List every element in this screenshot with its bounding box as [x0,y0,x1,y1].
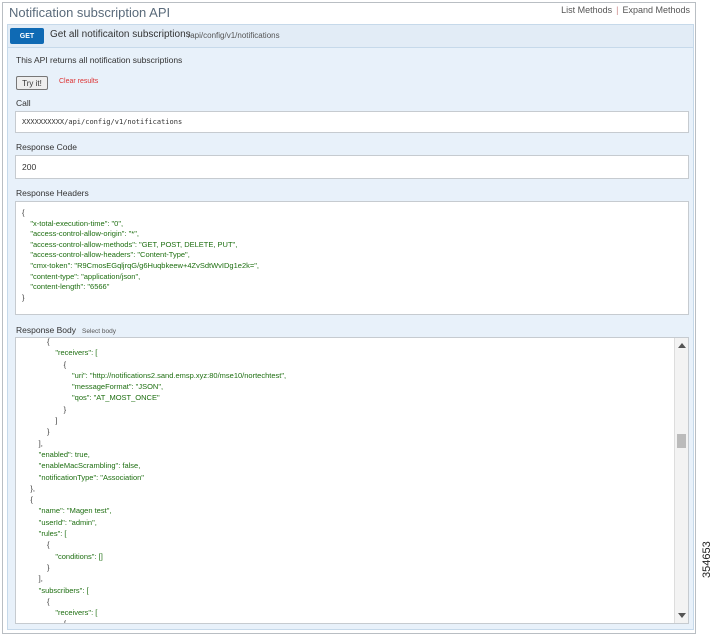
body-line: "qos": "AT_MOST_ONCE" [22,393,160,403]
operation-panel: GET Get all notificaiton subscriptions /… [7,24,694,630]
try-it-button[interactable]: Try it! [16,76,48,90]
response-code-value: 200 [22,162,37,172]
body-line: } [22,404,67,414]
expand-methods-link[interactable]: Expand Methods [622,5,690,15]
body-line: "notificationType": "Association" [22,472,144,482]
body-line: "receivers": [ [22,608,98,618]
body-line: ] [22,416,58,426]
title-bar: Notification subscription API List Metho… [3,3,695,23]
body-line: "uri": "http://notifications2.sand.emsp.… [22,370,287,380]
scroll-up-arrow-icon[interactable] [678,343,686,348]
header-line: "content-length": "6566" [22,282,110,292]
response-body-text: { "receivers": [ { "uri": "http://notifi… [22,337,287,624]
call-url-prefix: XXXXXXXXXX [22,118,65,126]
clear-results-link[interactable]: Clear results [59,78,98,85]
call-url-suffix: /api/config/v1/notifications [64,118,183,126]
body-line: ], [22,574,43,584]
body-line: { [22,359,67,369]
body-line: { [22,495,33,505]
list-methods-link[interactable]: List Methods [561,5,612,15]
call-label: Call [16,98,31,108]
body-line: "receivers": [ [22,348,98,358]
body-line: } [22,562,50,572]
body-line: ], [22,438,43,448]
response-body-label: Response Body [16,325,77,335]
header-line: "x-total-execution-time": "0", [22,218,124,228]
body-line: }, [22,483,35,493]
header-line: "cmx-token": "R9CmosEGqljrqG/g6Huqbkeew+… [22,260,259,270]
header-line: "access-control-allow-origin": "*", [22,229,139,239]
response-headers-label: Response Headers [16,188,89,198]
response-headers-text: { "x-total-execution-time": "0", "access… [22,208,259,303]
body-line: "name": "Magen test", [22,506,112,516]
scroll-down-arrow-icon[interactable] [678,613,686,618]
body-line: { [22,596,50,606]
body-line: "conditions": [] [22,551,103,561]
response-headers-box: { "x-total-execution-time": "0", "access… [15,201,689,315]
response-code-box: 200 [15,155,689,179]
operation-summary[interactable]: Get all notificaiton subscriptions [50,29,191,40]
response-body-box: { "receivers": [ { "uri": "http://notifi… [15,337,689,624]
body-line: "enabled": true, [22,449,90,459]
call-url-box: XXXXXXXXXX/api/config/v1/notifications [15,111,689,133]
response-body-scrollbar[interactable] [674,338,688,623]
header-line: "content-type": "application/json", [22,271,141,281]
operation-description: This API returns all notification subscr… [16,55,183,65]
body-line: { [22,619,67,624]
body-line: "messageFormat": "JSON", [22,382,164,392]
operation-path[interactable]: /api/config/v1/notifications [188,31,280,40]
http-method-badge[interactable]: GET [10,28,44,44]
page-title: Notification subscription API [9,5,171,20]
api-frame: Notification subscription API List Metho… [2,2,696,634]
header-line: { [22,208,25,217]
body-line: } [22,427,50,437]
response-code-label: Response Code [16,142,77,152]
figure-id: 354653 [701,541,713,578]
body-line: "subscribers": [ [22,585,89,595]
body-line: "userId": "admin", [22,517,97,527]
call-url: XXXXXXXXXX/api/config/v1/notifications [22,118,182,126]
link-separator: | [616,5,619,15]
header-line: "access-control-allow-headers": "Content… [22,250,190,260]
operation-header[interactable]: GET Get all notificaiton subscriptions /… [8,25,693,48]
body-line: "rules": [ [22,529,67,539]
top-links: List Methods | Expand Methods [561,5,690,15]
response-body-label-row: Response Body Select body [16,325,116,335]
select-body-link[interactable]: Select body [82,328,116,335]
body-line: { [22,337,50,346]
header-line: } [22,292,25,302]
body-line: { [22,540,50,550]
header-line: "access-control-allow-methods": "GET, PO… [22,239,238,249]
scroll-thumb[interactable] [677,434,686,448]
body-line: "enableMacScrambling": false, [22,461,141,471]
